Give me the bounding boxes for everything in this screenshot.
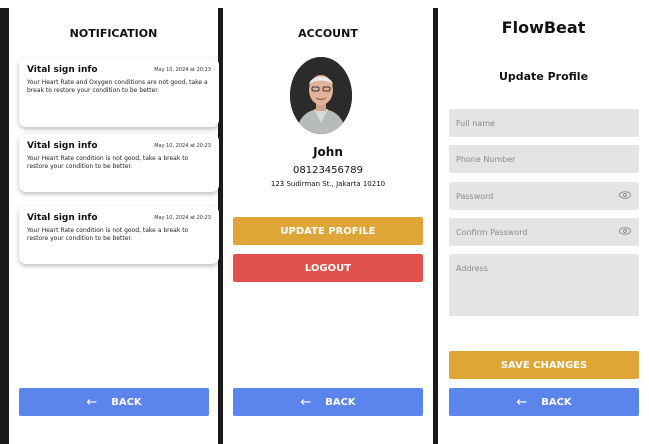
save-changes-button[interactable]: SAVE CHANGES bbox=[449, 351, 639, 379]
user-phone: 08123456789 bbox=[293, 165, 363, 176]
card-date: May 10, 2024 at 20:23 bbox=[154, 215, 211, 221]
card-title: Vital sign info bbox=[27, 141, 98, 151]
card-title: Vital sign info bbox=[27, 65, 98, 75]
page-title: Update Profile bbox=[498, 70, 589, 83]
user-address: 123 Sudirman St., Jakarta 10210 bbox=[270, 180, 386, 188]
logout-button[interactable]: LOGOUT bbox=[233, 254, 423, 282]
back-button[interactable]: ← BACK bbox=[449, 388, 639, 416]
update-profile-screen: FlowBeat Update Profile Full name Phone … bbox=[438, 8, 649, 444]
notification-screen: NOTIFICATION Vital sign info May 10, 202… bbox=[9, 8, 219, 444]
password-placeholder: Password bbox=[456, 192, 494, 201]
user-name: John bbox=[313, 145, 343, 159]
phone-number-input[interactable]: Phone Number bbox=[449, 145, 639, 173]
arrow-left-icon: ← bbox=[86, 394, 98, 410]
back-button[interactable]: ← BACK bbox=[19, 388, 209, 416]
update-profile-button[interactable]: UPDATE PROFILE bbox=[233, 217, 423, 245]
notification-card[interactable]: Vital sign info May 10, 2024 at 20:23 Yo… bbox=[19, 206, 219, 264]
card-date: May 10, 2024 at 20:23 bbox=[154, 143, 211, 149]
card-body: Your Heart Rate condition is not good, t… bbox=[27, 227, 189, 242]
full-name-input[interactable]: Full name bbox=[449, 109, 639, 137]
back-label: BACK bbox=[541, 396, 572, 408]
confirm-password-placeholder: Confirm Password bbox=[456, 228, 528, 237]
account-screen: ACCOUNT John 08123456789 123 Sudirman St… bbox=[223, 8, 433, 444]
frame-left-border bbox=[0, 8, 9, 444]
notification-card[interactable]: Vital sign info May 10, 2024 at 20:23 Yo… bbox=[19, 134, 219, 192]
notification-card[interactable]: Vital sign info May 10, 2024 at 20:23 Yo… bbox=[19, 58, 219, 127]
password-input[interactable]: Password bbox=[449, 182, 639, 210]
page-title: NOTIFICATION bbox=[69, 27, 158, 40]
card-body: Your Heart Rate and Oxygen conditions ar… bbox=[27, 79, 208, 94]
card-title: Vital sign info bbox=[27, 213, 98, 223]
arrow-left-icon: ← bbox=[516, 394, 528, 410]
page-title: ACCOUNT bbox=[298, 27, 358, 40]
address-textarea[interactable]: Address bbox=[449, 254, 639, 316]
eye-icon[interactable] bbox=[619, 227, 631, 237]
arrow-left-icon: ← bbox=[300, 394, 312, 410]
back-button[interactable]: ← BACK bbox=[233, 388, 423, 416]
back-label: BACK bbox=[325, 396, 356, 408]
card-date: May 10, 2024 at 20:23 bbox=[154, 67, 211, 73]
brand-logo: FlowBeat bbox=[501, 18, 586, 37]
card-body: Your Heart Rate condition is not good, t… bbox=[27, 155, 189, 170]
confirm-password-input[interactable]: Confirm Password bbox=[449, 218, 639, 246]
back-label: BACK bbox=[111, 396, 142, 408]
avatar bbox=[290, 57, 352, 134]
eye-icon[interactable] bbox=[619, 191, 631, 201]
